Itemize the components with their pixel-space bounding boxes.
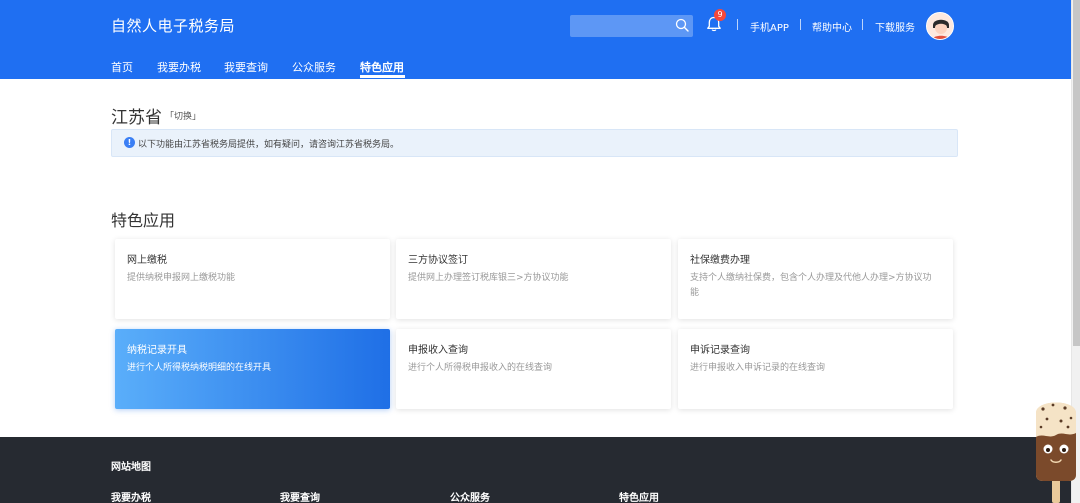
card-title: 申报收入查询 xyxy=(408,345,468,356)
site-footer: 网站地图 我要办税 我要查询 公众服务 特色应用 xyxy=(0,437,1071,503)
search-icon[interactable] xyxy=(675,18,689,32)
card-title: 社保缴费办理 xyxy=(690,255,750,266)
card-desc: 提供网上办理签订税库银三>方协议功能 xyxy=(408,273,569,283)
nav-public-service[interactable]: 公众服务 xyxy=(292,59,336,75)
nav-featured-apps[interactable]: 特色应用 xyxy=(360,59,404,75)
mobile-app-link[interactable]: 手机APP xyxy=(750,19,789,34)
card-desc: 进行个人所得税纳税明细的在线开具 xyxy=(127,363,272,373)
footer-link-public-service[interactable]: 公众服务 xyxy=(450,489,490,503)
card-title: 纳税记录开具 xyxy=(127,345,187,356)
card-online-tax-payment[interactable]: 网上缴税 提供纳税申报网上缴税功能 xyxy=(115,239,390,319)
province-name: 江苏省 xyxy=(111,108,162,128)
nav-query[interactable]: 我要查询 xyxy=(224,59,268,75)
card-declared-income-query[interactable]: 申报收入查询 进行个人所得税申报收入的在线查询 xyxy=(396,329,671,409)
card-tripartite-agreement[interactable]: 三方协议签订 提供网上办理签订税库银三>方协议功能 xyxy=(396,239,671,319)
nav-active-indicator xyxy=(360,75,405,78)
footer-link-tax-handling[interactable]: 我要办税 xyxy=(111,489,151,503)
header-divider xyxy=(800,19,801,30)
header-divider xyxy=(737,19,738,30)
nav-home[interactable]: 首页 xyxy=(111,59,133,75)
province-switch-link[interactable]: 「切换」 xyxy=(165,109,201,122)
download-service-link[interactable]: 下载服务 xyxy=(875,19,915,34)
card-social-insurance[interactable]: 社保缴费办理 支持个人缴纳社保费，包含个人办理及代他人办理>方协议功能 xyxy=(678,239,953,319)
notification-badge: 9 xyxy=(714,9,726,21)
card-desc: 进行个人所得税申报收入的在线查询 xyxy=(408,363,553,373)
site-logo[interactable]: 自然人电子税务局 xyxy=(111,15,235,36)
card-title: 三方协议签订 xyxy=(408,255,468,266)
notice-text: 以下功能由江苏省税务局提供，如有疑问，请咨询江苏省税务局。 xyxy=(138,140,400,150)
info-notice: ! 以下功能由江苏省税务局提供，如有疑问，请咨询江苏省税务局。 xyxy=(111,129,958,157)
info-icon: ! xyxy=(124,137,135,148)
footer-link-featured-apps[interactable]: 特色应用 xyxy=(619,489,659,503)
top-header: 自然人电子税务局 9 手机APP 帮助中心 下载服务 首页 我要办税 我要查询 … xyxy=(0,0,1071,79)
footer-link-query[interactable]: 我要查询 xyxy=(280,489,320,503)
card-title: 申诉记录查询 xyxy=(690,345,750,356)
card-tax-record-issuance[interactable]: 纳税记录开具 进行个人所得税纳税明细的在线开具 xyxy=(115,329,390,409)
card-desc: 进行申报收入申诉记录的在线查询 xyxy=(690,363,826,373)
footer-sitemap-title: 网站地图 xyxy=(111,462,151,473)
user-avatar-icon xyxy=(927,13,953,39)
card-appeal-record-query[interactable]: 申诉记录查询 进行申报收入申诉记录的在线查询 xyxy=(678,329,953,409)
user-avatar[interactable] xyxy=(926,12,954,40)
nav-tax-handling[interactable]: 我要办税 xyxy=(157,59,201,75)
scrollbar-thumb[interactable] xyxy=(1073,0,1080,346)
card-desc: 提供纳税申报网上缴税功能 xyxy=(127,273,236,283)
header-divider xyxy=(862,19,863,30)
help-center-link[interactable]: 帮助中心 xyxy=(812,19,852,34)
card-title: 网上缴税 xyxy=(127,255,167,266)
section-title: 特色应用 xyxy=(111,211,176,230)
ice-cream-mascot-icon[interactable] xyxy=(1033,393,1079,503)
search-input[interactable] xyxy=(570,15,693,37)
card-desc: 支持个人缴纳社保费，包含个人办理及代他人办理>方协议功能 xyxy=(690,273,932,298)
